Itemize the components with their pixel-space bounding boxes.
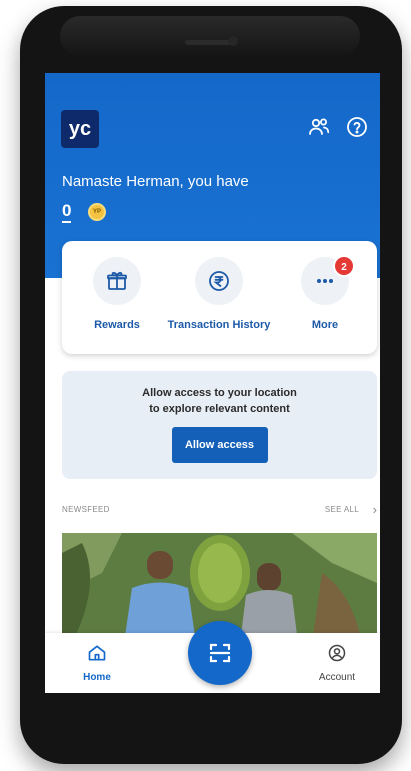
chevron-right-icon[interactable]: › [373, 502, 377, 517]
account-icon [328, 644, 346, 662]
scan-qr-icon [209, 643, 231, 663]
more-dots-icon [317, 279, 333, 283]
see-all-link[interactable]: SEE ALL [325, 505, 359, 514]
allow-access-button[interactable]: Allow access [171, 427, 268, 463]
newsfeed-header: NEWSFEED SEE ALL › [62, 502, 377, 519]
location-prompt-line-1: Allow access to your location [142, 387, 297, 399]
phone-camera [228, 36, 238, 46]
transaction-history-icon-circle [195, 257, 243, 305]
coin-count: 0 [62, 201, 72, 223]
greeting-text: Namaste Herman, you have [62, 173, 249, 190]
location-prompt-text: Allow access to your location to explore… [62, 385, 377, 417]
nav-home-label: Home [83, 672, 111, 683]
app-logo: yc [61, 110, 99, 148]
more-icon-circle: 2 [301, 255, 355, 305]
rewards-label: Rewards [94, 319, 140, 331]
quick-actions-card: Rewards Transaction History 2 More [62, 241, 377, 354]
rewards-button[interactable]: Rewards [62, 257, 172, 331]
location-prompt-line-2: to explore relevant content [149, 403, 290, 415]
notification-badge: 2 [333, 255, 355, 277]
nav-account-label: Account [318, 672, 356, 683]
refer-friends-icon[interactable] [307, 115, 331, 139]
location-permission-card: Allow access to your location to explore… [62, 371, 377, 479]
gift-icon [107, 271, 127, 290]
rupee-icon [209, 271, 229, 291]
nav-home[interactable]: Home [67, 643, 127, 683]
home-icon [88, 645, 106, 661]
more-button[interactable]: 2 More [270, 255, 380, 331]
coin-icon: YP [88, 203, 106, 221]
rewards-icon-circle [93, 257, 141, 305]
transaction-history-label: Transaction History [167, 319, 271, 331]
transaction-history-button[interactable]: Transaction History [164, 257, 274, 331]
phone-bottom-bezel [45, 693, 380, 739]
scan-button[interactable] [188, 621, 252, 685]
more-label: More [311, 319, 339, 331]
help-icon[interactable] [345, 115, 369, 139]
newsfeed-title: NEWSFEED [62, 505, 110, 514]
app-screen: yc Namaste Herman, you have 0 YP Rewards… [45, 73, 380, 693]
nav-account[interactable]: Account [307, 643, 367, 683]
phone-top-bezel [60, 16, 360, 56]
